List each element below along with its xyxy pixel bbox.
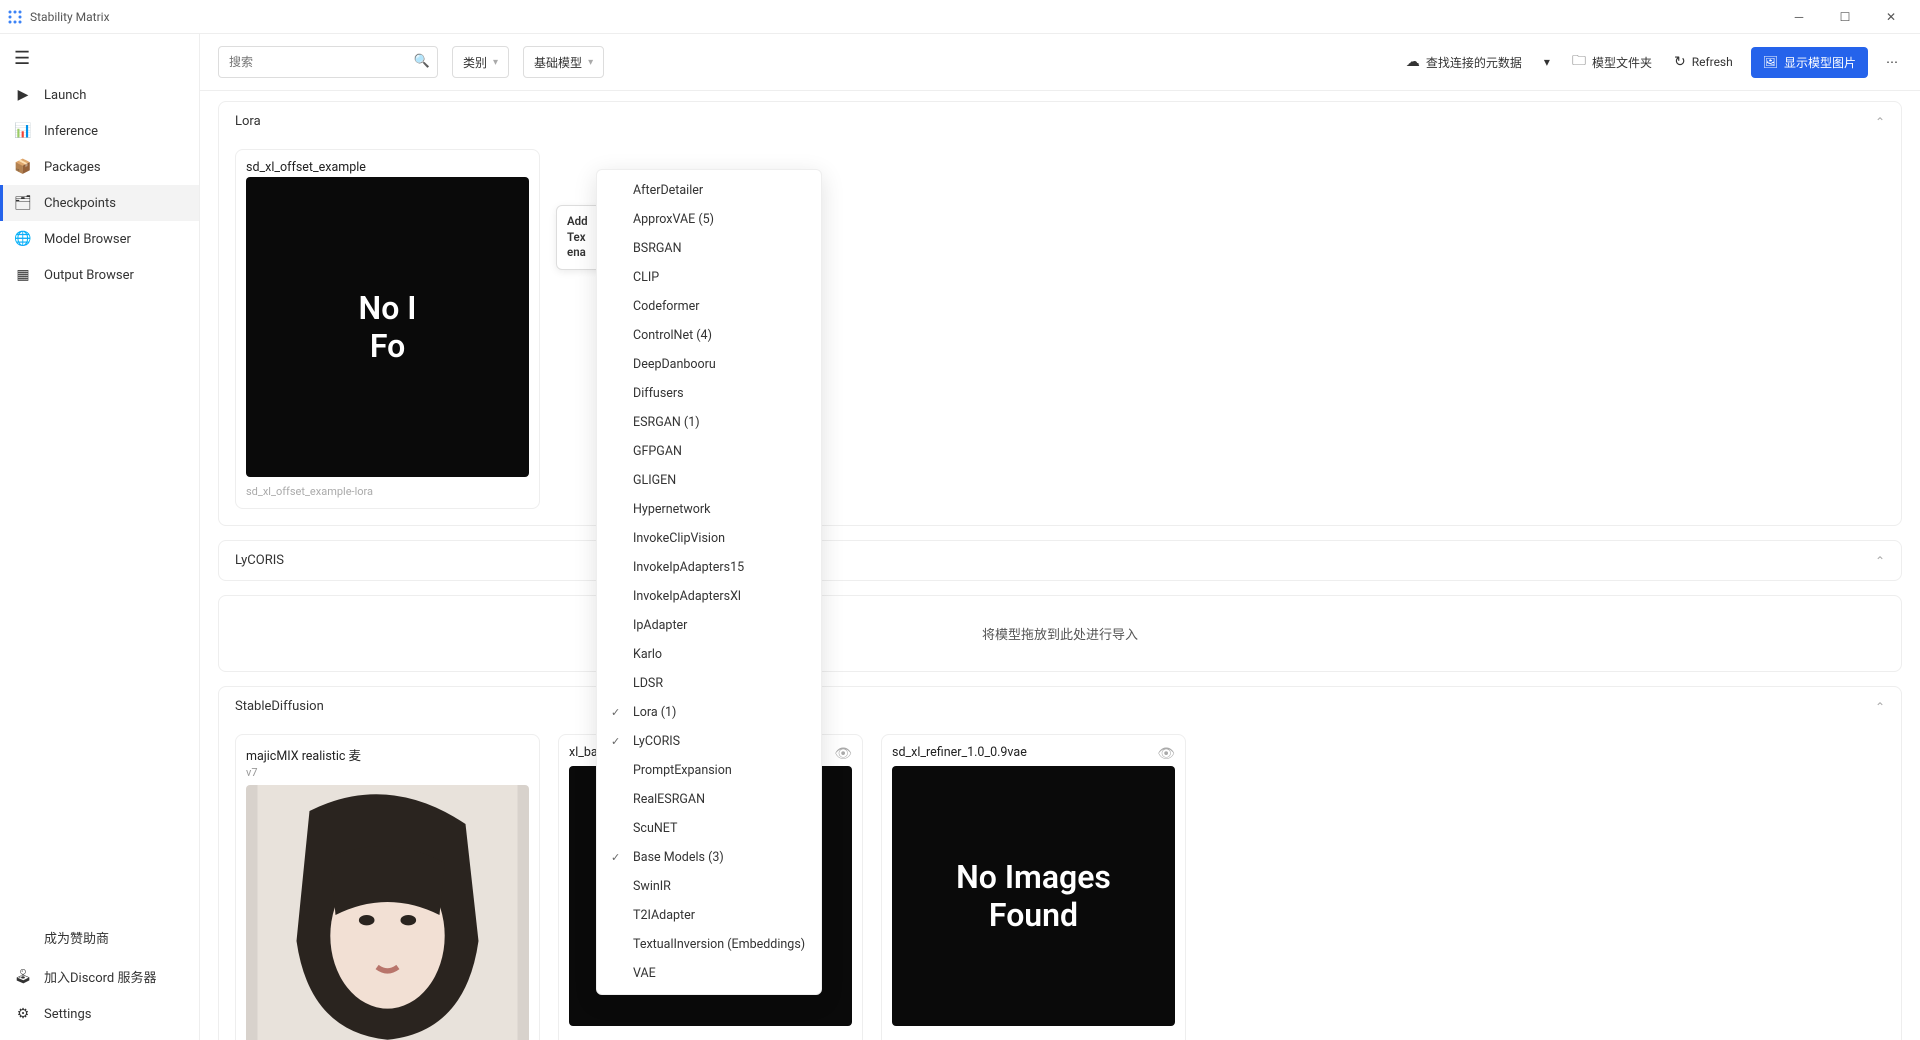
model-card[interactable]: sd_xl_offset_example No I Fo sd_xl_offse… (235, 149, 540, 509)
sidebar-item-settings[interactable]: ⚙Settings (0, 996, 199, 1032)
play-icon: ▶ (14, 87, 32, 103)
menu-item[interactable]: ApproxVAE (5) (597, 205, 821, 234)
discord-icon: 🕹 (14, 969, 32, 985)
menu-item[interactable]: ✓LyCORIS (597, 727, 821, 756)
chevron-up-icon: ⌃ (1875, 700, 1885, 714)
search-icon[interactable]: 🔍 (414, 54, 430, 69)
grid-icon: ▦ (14, 267, 32, 283)
refresh-icon: ↻ (1674, 54, 1686, 70)
menu-item[interactable]: Codeformer (597, 292, 821, 321)
menu-item[interactable]: CLIP (597, 263, 821, 292)
section-lora: Lora⌃ sd_xl_offset_example No I Fo sd_xl… (218, 101, 1902, 526)
close-button[interactable]: ✕ (1868, 0, 1914, 34)
menu-item[interactable]: VAE (597, 959, 821, 988)
chevron-up-icon: ⌃ (1875, 115, 1885, 129)
menu-item[interactable]: PromptExpansion (597, 756, 821, 785)
check-icon: ✓ (611, 706, 625, 719)
cloud-icon: ☁ (1406, 54, 1420, 70)
sidebar-item-packages[interactable]: 📦Packages (0, 149, 199, 185)
gear-icon: ⚙ (14, 1006, 32, 1022)
checkpoint-icon: 🗂 (14, 195, 32, 211)
more-button[interactable]: ⋯ (1882, 49, 1902, 75)
menu-item[interactable]: T2IAdapter (597, 901, 821, 930)
menu-item[interactable]: ✓Lora (1) (597, 698, 821, 727)
menu-item[interactable]: ScuNET (597, 814, 821, 843)
sidebar-item-modelbrowser[interactable]: 🌐Model Browser (0, 221, 199, 257)
menu-item[interactable]: InvokeIpAdapters15 (597, 553, 821, 582)
chevron-up-icon: ⌃ (1875, 554, 1885, 568)
category-menu: AfterDetailerApproxVAE (5)BSRGANCLIPCode… (596, 169, 822, 995)
sidebar-item-checkpoints[interactable]: 🗂Checkpoints (0, 185, 199, 221)
chevron-down-icon: ▾ (588, 57, 593, 68)
category-dropdown[interactable]: 类别▾ (452, 46, 509, 78)
model-card[interactable]: majicMIX realistic 麦 v7 (235, 734, 540, 1040)
card-title: majicMIX realistic 麦 (246, 745, 529, 764)
card-version: v7 (246, 766, 529, 779)
window-title: Stability Matrix (30, 10, 110, 24)
eye-off-icon[interactable]: 👁 (1157, 746, 1175, 762)
menu-item[interactable]: RealESRGAN (597, 785, 821, 814)
card-thumbnail: No I Fo (246, 177, 529, 477)
show-images-button[interactable]: 🖼显示模型图片 (1751, 47, 1868, 78)
sidebar-item-inference[interactable]: 📊Inference (0, 113, 199, 149)
search-input[interactable] (218, 46, 438, 78)
menu-item[interactable]: IpAdapter (597, 611, 821, 640)
package-icon: 📦 (14, 159, 32, 175)
chevron-down-icon: ▾ (493, 57, 498, 68)
model-card[interactable]: sd_xl_refiner_1.0_0.9vae 👁 No Images Foun… (881, 734, 1186, 1040)
metadata-chevron[interactable]: ▾ (1540, 49, 1554, 75)
hamburger-icon[interactable]: ☰ (0, 40, 199, 77)
dropzone[interactable]: 将模型拖放到此处进行导入 (218, 595, 1902, 672)
menu-item[interactable]: LDSR (597, 669, 821, 698)
minimize-button[interactable]: ─ (1776, 0, 1822, 34)
section-header-lycoris[interactable]: LyCORIS⌃ (219, 541, 1901, 580)
card-caption: sd_xl_offset_example-lora (246, 485, 529, 498)
check-icon: ✓ (611, 735, 625, 748)
section-stablediffusion: StableDiffusion⌃ majicMIX realistic 麦 v7… (218, 686, 1902, 1040)
sidebar-item-discord[interactable]: 🕹加入Discord 服务器 (0, 957, 199, 996)
menu-item[interactable]: ✓Base Models (3) (597, 843, 821, 872)
basemodel-dropdown[interactable]: 基础模型▾ (523, 46, 604, 78)
inference-icon: 📊 (14, 123, 32, 139)
menu-item[interactable]: BSRGAN (597, 234, 821, 263)
card-title: sd_xl_refiner_1.0_0.9vae (892, 745, 1027, 760)
menu-item[interactable]: GFPGAN (597, 437, 821, 466)
folder-icon: 🗀 (1572, 50, 1586, 74)
menu-item[interactable]: InvokeClipVision (597, 524, 821, 553)
menu-item[interactable]: GLIGEN (597, 466, 821, 495)
menu-item[interactable]: SwinIR (597, 872, 821, 901)
sidebar-item-launch[interactable]: ▶Launch (0, 77, 199, 113)
menu-item[interactable]: ControlNet (4) (597, 321, 821, 350)
menu-item[interactable]: TextualInversion (Embeddings) (597, 930, 821, 959)
section-header-sd[interactable]: StableDiffusion⌃ (219, 687, 1901, 726)
app-logo (6, 8, 24, 26)
check-icon: ✓ (611, 851, 625, 864)
image-icon: 🖼 (1763, 55, 1778, 69)
menu-item[interactable]: ESRGAN (1) (597, 408, 821, 437)
find-metadata-button[interactable]: ☁查找连接的元数据 (1402, 48, 1526, 77)
menu-item[interactable]: DeepDanbooru (597, 350, 821, 379)
card-thumbnail: No Images Found (892, 766, 1175, 1026)
section-header-lora[interactable]: Lora⌃ (219, 102, 1901, 141)
model-folder-button[interactable]: 🗀模型文件夹 (1568, 44, 1656, 80)
globe-icon: 🌐 (14, 231, 32, 247)
menu-item[interactable]: Diffusers (597, 379, 821, 408)
eye-off-icon[interactable]: 👁 (834, 746, 852, 762)
sidebar-item-sponsor[interactable]: 成为赞助商 (0, 918, 199, 957)
sidebar-item-outputbrowser[interactable]: ▦Output Browser (0, 257, 199, 293)
refresh-button[interactable]: ↻Refresh (1670, 48, 1737, 76)
section-lycoris: LyCORIS⌃ (218, 540, 1902, 581)
maximize-button[interactable]: ☐ (1822, 0, 1868, 34)
card-title: sd_xl_offset_example (246, 160, 529, 175)
menu-item[interactable]: Hypernetwork (597, 495, 821, 524)
card-thumbnail (246, 785, 529, 1040)
more-icon: ⋯ (1886, 55, 1898, 69)
menu-item[interactable]: AfterDetailer (597, 176, 821, 205)
menu-item[interactable]: Karlo (597, 640, 821, 669)
menu-item[interactable]: InvokeIpAdaptersXl (597, 582, 821, 611)
chevron-down-icon: ▾ (1544, 55, 1550, 69)
